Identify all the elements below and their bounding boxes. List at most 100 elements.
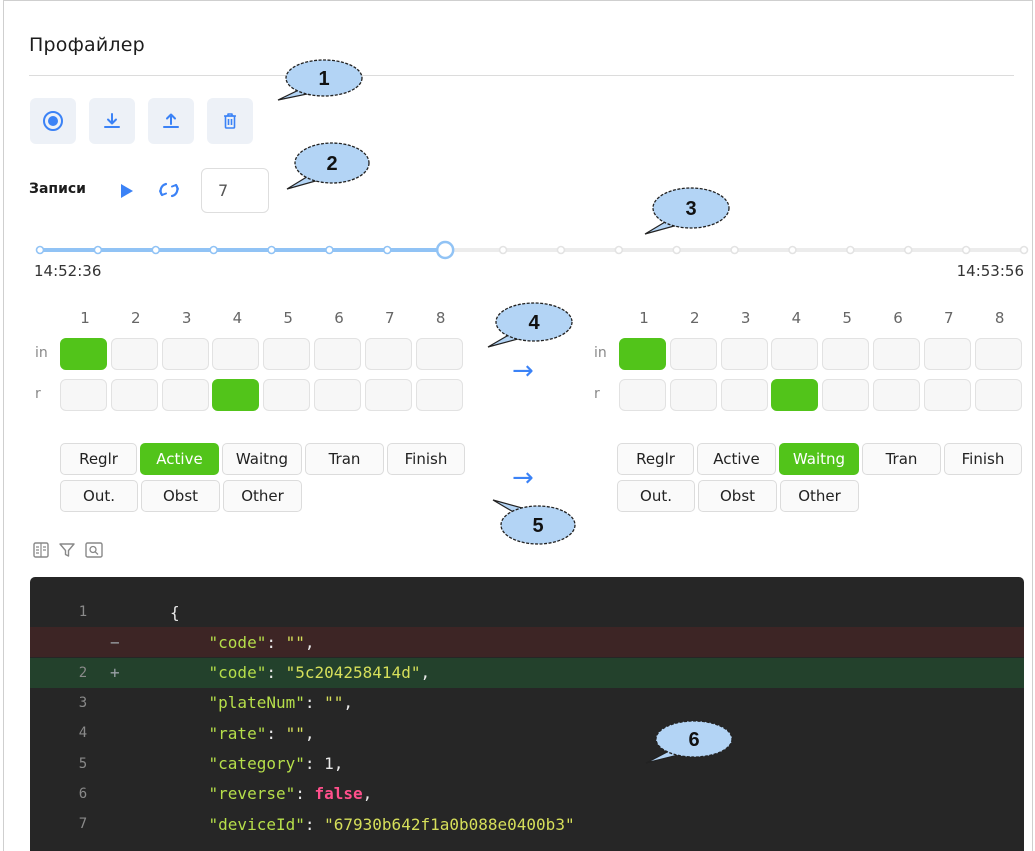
slot-cell[interactable] bbox=[873, 379, 920, 411]
slot-row-label: in bbox=[35, 345, 48, 361]
slot-cell[interactable] bbox=[923, 338, 971, 370]
slot-column-number: 6 bbox=[893, 309, 903, 327]
timeline-handle[interactable] bbox=[435, 240, 455, 260]
line-number: 6 bbox=[78, 785, 88, 802]
slot-cell-active[interactable] bbox=[619, 338, 666, 370]
timeline-point[interactable] bbox=[1019, 245, 1029, 255]
timeline-point[interactable] bbox=[35, 245, 45, 255]
status-tag-obst[interactable]: Obst bbox=[141, 480, 220, 512]
code-text: "deviceId": "67930b642f1a0b088e0400b3" bbox=[208, 814, 575, 834]
callout-3: 3 bbox=[644, 187, 730, 235]
timeline-point[interactable] bbox=[498, 245, 508, 255]
timeline-slider[interactable] bbox=[30, 236, 1030, 264]
reload-icon[interactable] bbox=[158, 180, 180, 200]
slot-cell[interactable] bbox=[263, 338, 311, 370]
status-tag-tran[interactable]: Tran bbox=[862, 443, 941, 475]
slot-cell[interactable] bbox=[364, 338, 412, 370]
timeline-point[interactable] bbox=[788, 245, 797, 255]
status-tag-other[interactable]: Other bbox=[223, 480, 302, 512]
timeline-point[interactable] bbox=[267, 245, 276, 255]
slot-cell[interactable] bbox=[669, 379, 717, 411]
timeline-point[interactable] bbox=[730, 245, 739, 255]
slot-cell-active[interactable] bbox=[60, 338, 107, 370]
status-tag-other[interactable]: Other bbox=[780, 480, 859, 512]
slot-cell-active[interactable] bbox=[771, 379, 819, 411]
timeline-point[interactable] bbox=[846, 245, 855, 255]
status-tag-out[interactable]: Out. bbox=[617, 480, 695, 512]
slot-cell[interactable] bbox=[110, 379, 158, 411]
status-tag-reglr[interactable]: Reglr bbox=[60, 443, 137, 475]
slot-cell[interactable] bbox=[720, 338, 768, 370]
slot-cell[interactable] bbox=[60, 379, 107, 411]
slot-cell[interactable] bbox=[314, 379, 361, 411]
status-tag-obst[interactable]: Obst bbox=[698, 480, 777, 512]
timeline-point[interactable] bbox=[93, 245, 103, 255]
status-tag-finish[interactable]: Finish bbox=[387, 443, 465, 475]
status-tag-waitng[interactable]: Waitng bbox=[222, 443, 302, 475]
slot-cell[interactable] bbox=[314, 338, 361, 370]
callout-number: 5 bbox=[532, 515, 543, 537]
slot-column-number: 2 bbox=[131, 309, 141, 327]
slot-column-number: 7 bbox=[944, 309, 954, 327]
status-tag-reglr[interactable]: Reglr bbox=[617, 443, 694, 475]
download-button[interactable] bbox=[89, 98, 135, 144]
timeline-point[interactable] bbox=[614, 245, 624, 255]
filter-icon[interactable] bbox=[58, 541, 76, 559]
slot-cell[interactable] bbox=[161, 379, 209, 411]
slot-cell[interactable] bbox=[110, 338, 158, 370]
callout-number: 3 bbox=[685, 198, 696, 220]
slot-cell[interactable] bbox=[974, 379, 1022, 411]
code-text: "code": "5c204258414d", bbox=[208, 663, 431, 683]
slot-column-number: 5 bbox=[842, 309, 852, 327]
slot-cell[interactable] bbox=[619, 379, 666, 411]
json-diff-viewer: 1{− "code": "", 2 + "code": "5c204258414d"… bbox=[30, 577, 1024, 851]
slot-cell[interactable] bbox=[822, 379, 870, 411]
timeline-point[interactable] bbox=[903, 245, 913, 255]
callout-number: 2 bbox=[326, 153, 337, 175]
code-text: { bbox=[170, 602, 180, 622]
timeline-point[interactable] bbox=[382, 245, 392, 255]
slot-cell[interactable] bbox=[669, 338, 717, 370]
slot-grid-after: 1 2 3 4 5 6 7 8 in r bbox=[594, 309, 1024, 414]
record-button[interactable] bbox=[30, 98, 76, 144]
slot-cell[interactable] bbox=[212, 338, 260, 370]
slot-cell-active[interactable] bbox=[212, 379, 260, 411]
records-count-input[interactable]: 7 bbox=[201, 168, 269, 213]
slot-column-number: 3 bbox=[181, 309, 192, 327]
slot-cell[interactable] bbox=[720, 379, 768, 411]
code-text: "category": 1, bbox=[208, 754, 344, 773]
status-tag-finish[interactable]: Finish bbox=[944, 443, 1022, 475]
slot-cell[interactable] bbox=[822, 338, 870, 370]
timeline-point[interactable] bbox=[556, 245, 566, 255]
timeline-point[interactable] bbox=[961, 245, 971, 255]
callout-number: 6 bbox=[688, 729, 699, 751]
status-tag-active[interactable]: Active bbox=[140, 443, 219, 475]
timeline-point[interactable] bbox=[151, 245, 161, 255]
slot-cell[interactable] bbox=[771, 338, 819, 370]
slot-cell[interactable] bbox=[364, 379, 412, 411]
slot-cell[interactable] bbox=[161, 338, 209, 370]
timeline-point[interactable] bbox=[325, 245, 334, 255]
status-tag-tran[interactable]: Tran bbox=[305, 443, 384, 475]
status-transition-arrow: → bbox=[512, 463, 534, 493]
slot-cell[interactable] bbox=[974, 338, 1022, 370]
slot-cell[interactable] bbox=[873, 338, 920, 370]
code-line: 4 "rate": "", bbox=[30, 718, 1024, 748]
slot-cell[interactable] bbox=[415, 379, 463, 411]
upload-button[interactable] bbox=[148, 98, 194, 144]
timeline-point[interactable] bbox=[209, 245, 218, 255]
status-tag-active[interactable]: Active bbox=[697, 443, 776, 475]
status-tag-waitng[interactable]: Waitng bbox=[779, 443, 859, 475]
callout-5: 5 bbox=[492, 499, 576, 545]
timeline-point[interactable] bbox=[672, 245, 682, 255]
search-inspect-icon[interactable] bbox=[84, 541, 104, 559]
callout-6: 6 bbox=[645, 720, 733, 764]
slot-grid-before: 1 2 3 4 5 6 7 8 in r bbox=[35, 309, 465, 414]
play-icon[interactable] bbox=[120, 183, 134, 199]
split-view-icon[interactable] bbox=[32, 541, 50, 559]
slot-cell[interactable] bbox=[263, 379, 311, 411]
slot-cell[interactable] bbox=[415, 338, 463, 370]
status-tag-out[interactable]: Out. bbox=[60, 480, 138, 512]
slot-cell[interactable] bbox=[923, 379, 971, 411]
delete-button[interactable] bbox=[207, 98, 253, 144]
